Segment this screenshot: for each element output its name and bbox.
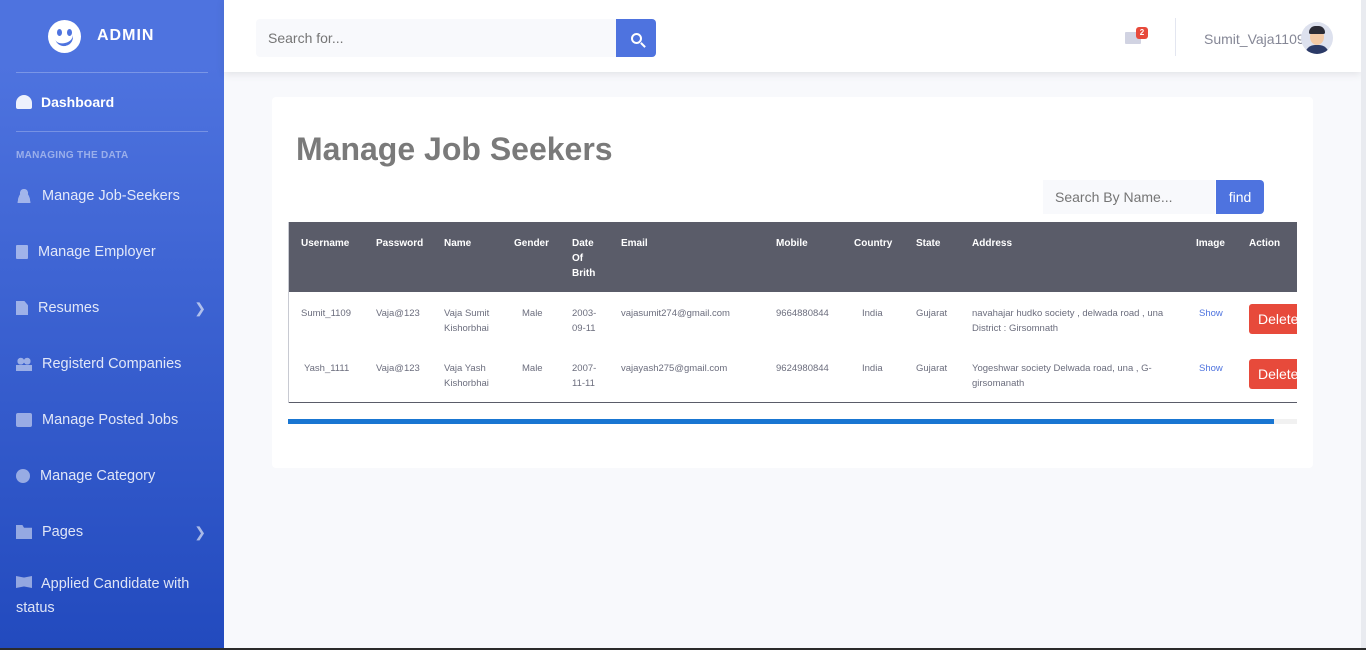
column-header: Image	[1196, 238, 1225, 249]
sidebar-item-manage-category[interactable]: Manage Category	[0, 448, 224, 504]
cell-action: Delete	[1237, 292, 1297, 347]
circle-icon	[16, 469, 30, 483]
cell-password: Vaja@123	[376, 308, 420, 319]
scrollbar-thumb[interactable]	[288, 419, 1274, 424]
search-button[interactable]	[616, 19, 656, 57]
tachometer-icon	[16, 95, 32, 109]
sidebar-item-label: Pages	[42, 524, 84, 540]
sidebar-item-label: Registerd Companies	[42, 356, 182, 372]
cell-name: Vaja Yash Kishorbhai	[432, 347, 502, 403]
cell-email: vajayash275@gmail.com	[609, 347, 764, 403]
user-icon	[16, 189, 32, 203]
sidebar-item-applied-candidate[interactable]: Applied Candidate with status	[0, 560, 224, 616]
show-image-link[interactable]: Show	[1199, 308, 1223, 319]
message-count-badge: 2	[1136, 27, 1148, 39]
table-horizontal-scrollbar[interactable]	[288, 419, 1297, 424]
name-search-input[interactable]	[1043, 180, 1215, 214]
cell-state: Gujarat	[916, 308, 948, 319]
sidebar-item-manage-employer[interactable]: Manage Employer	[0, 224, 224, 280]
table-header-row: Username Password Name Gender Date Of Br…	[289, 222, 1297, 292]
column-header: State	[916, 238, 941, 249]
search-input[interactable]	[256, 19, 616, 57]
cell-mobile: 9624980844	[764, 347, 842, 403]
sidebar-item-label: Manage Employer	[38, 244, 156, 260]
job-seekers-table: Username Password Name Gender Date Of Br…	[288, 222, 1297, 403]
page-title: Manage Job Seekers	[296, 131, 613, 167]
table-row: Yash_1111 Vaja@123 Vaja Yash Kishorbhai …	[289, 347, 1297, 403]
column-header: Date Of Brith	[572, 238, 596, 279]
column-header: Username	[301, 238, 350, 249]
sidebar-heading: MANAGING THE DATA	[16, 150, 129, 161]
cell-gender: Male	[522, 308, 543, 319]
job-seekers-card: Manage Job Seekers find Username Passwor…	[272, 97, 1313, 468]
sidebar-item-manage-posted-jobs[interactable]: Manage Posted Jobs	[0, 392, 224, 448]
sidebar-item-label: Dashboard	[41, 94, 115, 110]
search-icon	[630, 32, 642, 44]
cell-country: India	[862, 308, 883, 319]
cell-email: vajasumit274@gmail.com	[621, 308, 730, 319]
cell-gender: Male	[502, 347, 560, 403]
chevron-right-icon: ❯	[194, 299, 206, 316]
sidebar-item-label: Applied Candidate with status	[16, 576, 190, 616]
cell-dob: 2003-09-11	[572, 308, 597, 334]
user-name[interactable]: Sumit_Vaja1109	[1204, 31, 1305, 47]
delete-button[interactable]: Delete	[1249, 304, 1297, 334]
sidebar-item-manage-job-seekers[interactable]: Manage Job-Seekers	[0, 168, 224, 224]
cell-image: Show	[1184, 347, 1237, 403]
topbar: 2 Sumit_Vaja1109	[224, 0, 1361, 72]
sidebar-item-resumes[interactable]: Resumes ❯	[0, 280, 224, 336]
sidebar-brand[interactable]: ADMIN	[0, 0, 224, 72]
brand-label: ADMIN	[97, 27, 155, 44]
cell-username: Sumit_1109	[301, 308, 351, 319]
table-row: Sumit_1109 Vaja@123 Vaja Sumit Kishorbha…	[289, 292, 1297, 347]
file-icon	[16, 301, 28, 315]
cell-dob: 2007-11-11	[560, 347, 609, 403]
laugh-wink-icon	[48, 19, 81, 53]
page-scrollbar[interactable]	[1361, 0, 1366, 650]
topbar-search	[256, 19, 656, 57]
book-icon	[16, 576, 32, 588]
cell-address: Yogeshwar society Delwada road, una , G-…	[960, 347, 1184, 403]
cell-state: Gujarat	[904, 347, 960, 403]
folder-icon	[16, 525, 32, 539]
sidebar-item-label: Manage Job-Seekers	[42, 188, 180, 204]
column-header: Email	[621, 238, 648, 249]
sidebar: ADMIN Dashboard MANAGING THE DATA Manage…	[0, 0, 224, 650]
cell-country: India	[842, 347, 904, 403]
users-icon	[16, 357, 32, 371]
cell-username: Yash_1111	[289, 347, 364, 403]
cell-name: Vaja Sumit Kishorbhai	[444, 308, 490, 334]
cell-mobile: 9664880844	[776, 308, 829, 319]
find-button[interactable]: find	[1216, 180, 1264, 214]
chevron-right-icon: ❯	[194, 523, 206, 540]
topbar-divider	[1175, 18, 1176, 56]
sidebar-item-label: Manage Posted Jobs	[42, 412, 179, 428]
delete-button[interactable]: Delete	[1249, 359, 1297, 389]
cell-image: Show	[1184, 292, 1237, 347]
column-header: Name	[444, 238, 472, 249]
column-header: Country	[854, 238, 893, 249]
sidebar-item-label: Manage Category	[40, 468, 156, 484]
sidebar-item-registerd-companies[interactable]: Registerd Companies	[0, 336, 224, 392]
sidebar-item-label: Resumes	[38, 300, 100, 316]
column-header: Gender	[514, 238, 550, 249]
column-header: Mobile	[776, 238, 808, 249]
cell-action: Delete	[1237, 347, 1297, 403]
table-icon	[16, 413, 32, 427]
column-header: Password	[376, 238, 424, 249]
sidebar-item-dashboard[interactable]: Dashboard	[0, 73, 224, 131]
cell-password: Vaja@123	[364, 347, 432, 403]
building-icon	[16, 245, 28, 259]
column-header: Action	[1249, 238, 1281, 249]
show-image-link[interactable]: Show	[1199, 363, 1223, 374]
cell-address: navahajar hudko society , delwada road ,…	[972, 308, 1164, 334]
sidebar-item-pages[interactable]: Pages ❯	[0, 504, 224, 560]
avatar[interactable]	[1301, 22, 1333, 54]
column-header: Address	[972, 238, 1013, 249]
